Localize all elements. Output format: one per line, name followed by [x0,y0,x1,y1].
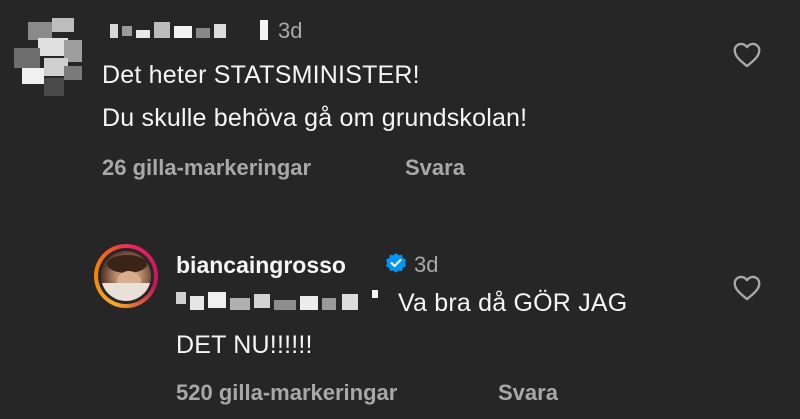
comment-time: 3d [278,18,303,43]
comment-text-line-2: Du skulle behöva gå om grundskolan! [102,104,528,132]
comment-likes-count[interactable]: 26 gilla-markeringar [102,155,311,181]
commenter-avatar-pixelated[interactable] [14,8,82,108]
reply-time: 3d [414,252,439,277]
reply-username[interactable]: biancaingrosso [176,252,346,279]
censored-username[interactable] [110,18,270,42]
profile-photo [101,251,151,301]
reply-reply-button[interactable]: Svara [498,380,558,406]
heart-icon [733,275,761,301]
reply-avatar[interactable] [94,244,158,308]
censored-mention[interactable] [176,288,390,314]
reply-text-line-2: DET NU!!!!!! [176,331,313,359]
heart-icon [733,42,761,68]
reply-like-button[interactable] [733,275,761,306]
comment-reply-button[interactable]: Svara [405,155,465,181]
reply-likes-count[interactable]: 520 gilla-markeringar [176,380,397,406]
reply-text-line-1: Va bra då GÖR JAG [398,289,628,317]
comment-like-button[interactable] [733,42,761,73]
verified-badge [384,252,408,281]
verified-badge-icon [386,253,406,273]
comment-text-line-1: Det heter STATSMINISTER! [102,61,420,89]
